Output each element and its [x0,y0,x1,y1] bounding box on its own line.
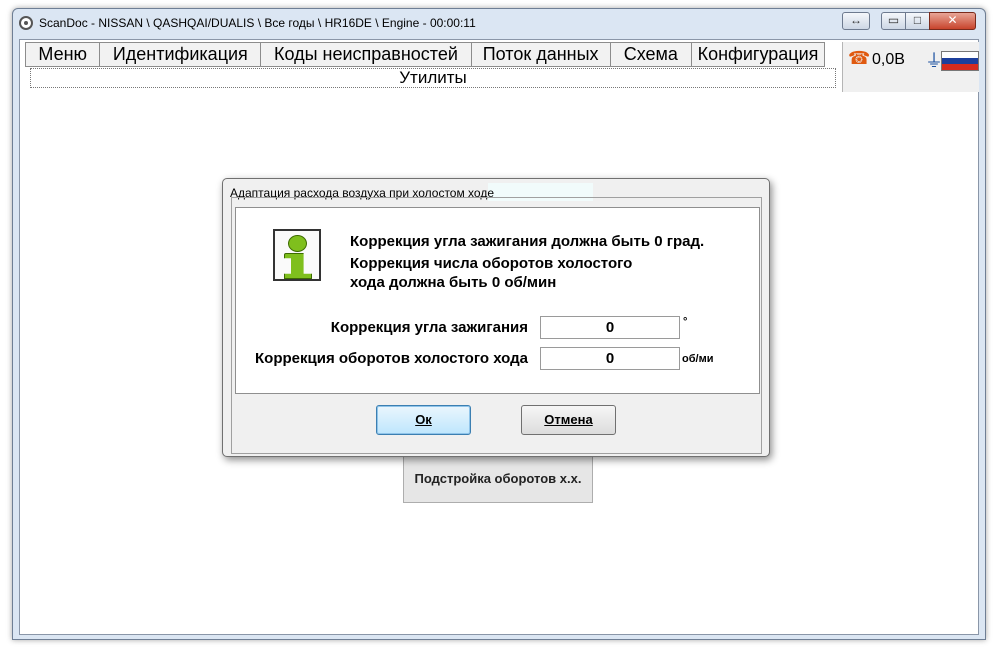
title-bar: ScanDoc - NISSAN \ QASHQAI/DUALIS \ Все … [13,9,985,37]
idle-correction-label: Коррекция оборотов холостого хода [255,350,528,367]
window-title: ScanDoc - NISSAN \ QASHQAI/DUALIS \ Все … [39,16,476,30]
adaptation-dialog: Адаптация расхода воздуха при холостом х… [222,178,770,457]
voltage-readout: 0,0В [872,51,905,68]
ignition-correction-field[interactable] [540,316,680,339]
minimize-button[interactable]: ▭ [881,12,906,30]
app-icon [19,16,33,30]
main-menu-bar: Меню Идентификация Коды неисправностей П… [25,42,825,67]
swap-window-button[interactable]: ↔ [842,12,870,30]
phone-icon: ☎ [848,48,871,68]
menu-item-menu[interactable]: Меню [25,42,100,67]
status-panel: ☎ 0,0В ⏚ [842,42,979,92]
maximize-button[interactable]: □ [905,12,930,30]
menu-item-identification[interactable]: Идентификация [99,42,261,67]
message-line-1: Коррекция угла зажигания должна быть 0 г… [350,233,705,250]
menu-item-data-stream[interactable]: Поток данных [470,42,610,67]
info-icon [273,229,321,281]
close-button[interactable]: ✕ [929,12,976,30]
message-line-3: хода должна быть 0 об/мин [350,274,557,291]
idle-speed-adjust-button[interactable]: Подстройка оборотов х.х. [403,455,593,503]
ignition-correction-label: Коррекция угла зажигания [330,319,528,336]
idle-unit: об/ми [682,353,714,365]
ignition-unit: ° [683,316,688,328]
menu-item-fault-codes[interactable]: Коды неисправностей [260,42,471,67]
russian-flag-icon[interactable] [941,51,979,71]
menu-item-configuration[interactable]: Конфигурация [691,42,825,67]
dialog-content-panel: Коррекция угла зажигания должна быть 0 г… [235,207,760,394]
message-line-2: Коррекция числа оборотов холостого [350,255,633,272]
idle-correction-field[interactable] [540,347,680,370]
cancel-button[interactable]: Отмена [521,405,616,435]
ok-button[interactable]: Ок [376,405,471,435]
tab-utilities[interactable]: Утилиты [30,68,836,88]
menu-item-scheme[interactable]: Схема [609,42,691,67]
